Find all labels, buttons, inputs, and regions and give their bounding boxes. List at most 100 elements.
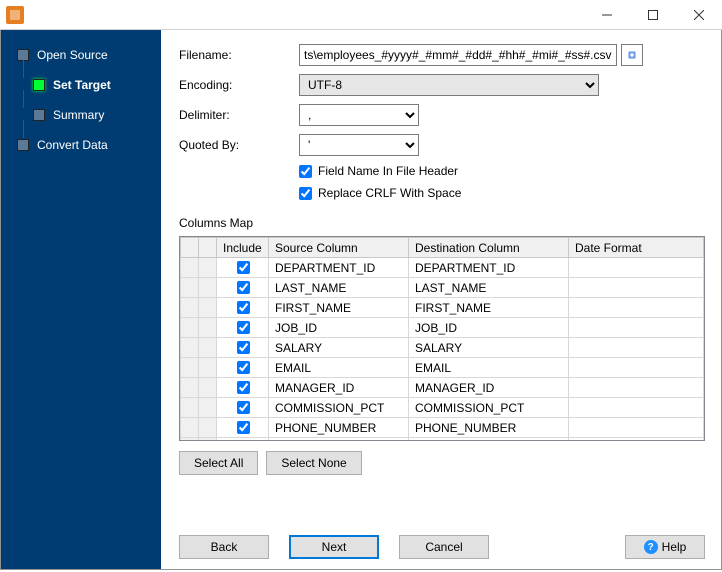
include-checkbox[interactable] bbox=[237, 301, 250, 314]
col-header-include[interactable]: Include bbox=[217, 238, 269, 258]
minimize-button[interactable] bbox=[584, 0, 630, 30]
include-cell[interactable] bbox=[217, 358, 269, 378]
close-button[interactable] bbox=[676, 0, 722, 30]
destination-column-cell[interactable]: JOB_ID bbox=[409, 318, 569, 338]
table-row[interactable]: FIRST_NAMEFIRST_NAME bbox=[181, 298, 704, 318]
step-open-source[interactable]: Open Source bbox=[1, 48, 161, 62]
date-format-cell[interactable] bbox=[569, 398, 704, 418]
col-header-destination[interactable]: Destination Column bbox=[409, 238, 569, 258]
row-header[interactable] bbox=[181, 318, 199, 338]
delimiter-select[interactable]: , bbox=[299, 104, 419, 126]
quoted-by-select[interactable]: ' bbox=[299, 134, 419, 156]
row-header[interactable] bbox=[199, 438, 217, 442]
source-column-cell[interactable]: EMAIL bbox=[269, 358, 409, 378]
include-cell[interactable] bbox=[217, 338, 269, 358]
row-header[interactable] bbox=[199, 398, 217, 418]
include-cell[interactable] bbox=[217, 298, 269, 318]
back-button[interactable]: Back bbox=[179, 535, 269, 559]
include-cell[interactable] bbox=[217, 278, 269, 298]
include-checkbox[interactable] bbox=[237, 381, 250, 394]
row-header[interactable] bbox=[181, 258, 199, 278]
include-cell[interactable] bbox=[217, 398, 269, 418]
include-cell[interactable] bbox=[217, 318, 269, 338]
include-checkbox[interactable] bbox=[237, 341, 250, 354]
row-header[interactable] bbox=[181, 338, 199, 358]
destination-column-cell[interactable]: PHONE_NUMBER bbox=[409, 418, 569, 438]
select-none-button[interactable]: Select None bbox=[266, 451, 361, 475]
row-header[interactable] bbox=[181, 358, 199, 378]
source-column-cell[interactable]: EMPLOYEE_ID bbox=[269, 438, 409, 442]
include-checkbox[interactable] bbox=[237, 321, 250, 334]
encoding-select[interactable]: UTF-8 bbox=[299, 74, 599, 96]
table-row[interactable]: EMAILEMAIL bbox=[181, 358, 704, 378]
date-format-cell[interactable] bbox=[569, 318, 704, 338]
row-header[interactable] bbox=[181, 278, 199, 298]
cancel-button[interactable]: Cancel bbox=[399, 535, 489, 559]
table-row[interactable]: DEPARTMENT_IDDEPARTMENT_ID bbox=[181, 258, 704, 278]
replace-crlf-checkbox[interactable] bbox=[299, 187, 312, 200]
destination-column-cell[interactable]: FIRST_NAME bbox=[409, 298, 569, 318]
col-header-source[interactable]: Source Column bbox=[269, 238, 409, 258]
row-header[interactable] bbox=[181, 398, 199, 418]
table-row[interactable]: SALARYSALARY bbox=[181, 338, 704, 358]
select-all-button[interactable]: Select All bbox=[179, 451, 258, 475]
destination-column-cell[interactable]: LAST_NAME bbox=[409, 278, 569, 298]
col-header-date-format[interactable]: Date Format bbox=[569, 238, 704, 258]
date-format-cell[interactable] bbox=[569, 258, 704, 278]
date-format-cell[interactable] bbox=[569, 278, 704, 298]
replace-crlf-label[interactable]: Replace CRLF With Space bbox=[318, 186, 461, 200]
destination-column-cell[interactable]: DEPARTMENT_ID bbox=[409, 258, 569, 278]
step-set-target[interactable]: Set Target bbox=[1, 78, 161, 92]
include-cell[interactable] bbox=[217, 438, 269, 442]
table-row[interactable]: MANAGER_IDMANAGER_ID bbox=[181, 378, 704, 398]
date-format-cell[interactable] bbox=[569, 418, 704, 438]
field-name-in-header-checkbox[interactable] bbox=[299, 165, 312, 178]
row-header[interactable] bbox=[181, 438, 199, 442]
source-column-cell[interactable]: COMMISSION_PCT bbox=[269, 398, 409, 418]
include-checkbox[interactable] bbox=[237, 421, 250, 434]
source-column-cell[interactable]: SALARY bbox=[269, 338, 409, 358]
destination-column-cell[interactable]: EMPLOYEE_ID bbox=[409, 438, 569, 442]
source-column-cell[interactable]: FIRST_NAME bbox=[269, 298, 409, 318]
destination-column-cell[interactable]: EMAIL bbox=[409, 358, 569, 378]
destination-column-cell[interactable]: MANAGER_ID bbox=[409, 378, 569, 398]
row-header[interactable] bbox=[181, 378, 199, 398]
source-column-cell[interactable]: PHONE_NUMBER bbox=[269, 418, 409, 438]
date-format-cell[interactable] bbox=[569, 338, 704, 358]
step-convert-data[interactable]: Convert Data bbox=[1, 138, 161, 152]
help-button[interactable]: ? Help bbox=[625, 535, 705, 559]
source-column-cell[interactable]: LAST_NAME bbox=[269, 278, 409, 298]
include-cell[interactable] bbox=[217, 418, 269, 438]
date-format-cell[interactable] bbox=[569, 298, 704, 318]
include-cell[interactable] bbox=[217, 378, 269, 398]
row-header[interactable] bbox=[199, 378, 217, 398]
browse-file-button[interactable] bbox=[621, 44, 643, 66]
row-header[interactable] bbox=[199, 358, 217, 378]
date-format-cell[interactable] bbox=[569, 358, 704, 378]
row-header[interactable] bbox=[199, 338, 217, 358]
table-row[interactable]: LAST_NAMELAST_NAME bbox=[181, 278, 704, 298]
table-row[interactable]: EMPLOYEE_IDEMPLOYEE_ID bbox=[181, 438, 704, 442]
row-header[interactable] bbox=[181, 298, 199, 318]
step-summary[interactable]: Summary bbox=[1, 108, 161, 122]
table-row[interactable]: COMMISSION_PCTCOMMISSION_PCT bbox=[181, 398, 704, 418]
include-checkbox[interactable] bbox=[237, 261, 250, 274]
table-row[interactable]: PHONE_NUMBERPHONE_NUMBER bbox=[181, 418, 704, 438]
filename-input[interactable] bbox=[299, 44, 617, 66]
include-checkbox[interactable] bbox=[237, 401, 250, 414]
field-name-in-header-label[interactable]: Field Name In File Header bbox=[318, 164, 458, 178]
destination-column-cell[interactable]: COMMISSION_PCT bbox=[409, 398, 569, 418]
row-header[interactable] bbox=[199, 418, 217, 438]
include-cell[interactable] bbox=[217, 258, 269, 278]
table-row[interactable]: JOB_IDJOB_ID bbox=[181, 318, 704, 338]
next-button[interactable]: Next bbox=[289, 535, 379, 559]
row-header[interactable] bbox=[199, 278, 217, 298]
source-column-cell[interactable]: DEPARTMENT_ID bbox=[269, 258, 409, 278]
include-checkbox[interactable] bbox=[237, 281, 250, 294]
source-column-cell[interactable]: JOB_ID bbox=[269, 318, 409, 338]
date-format-cell[interactable] bbox=[569, 438, 704, 442]
row-header[interactable] bbox=[199, 318, 217, 338]
date-format-cell[interactable] bbox=[569, 378, 704, 398]
include-checkbox[interactable] bbox=[237, 361, 250, 374]
row-header[interactable] bbox=[199, 298, 217, 318]
